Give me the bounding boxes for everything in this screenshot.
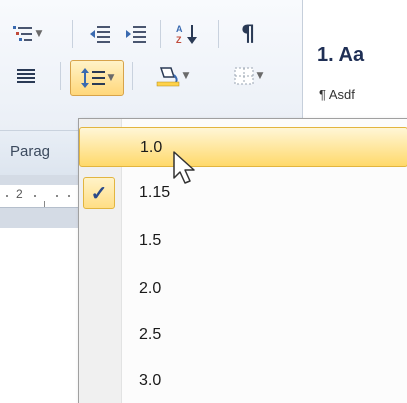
chevron-down-icon: ▼ xyxy=(107,73,115,83)
ribbon-divider xyxy=(132,62,133,90)
ruler-dot xyxy=(68,195,70,197)
increase-indent-icon xyxy=(126,26,146,43)
ribbon-divider xyxy=(218,20,219,48)
ribbon-row-2: ▼ ▼ ▼ xyxy=(0,56,302,96)
borders-button[interactable]: ▼ xyxy=(220,56,276,96)
decrease-indent-button[interactable] xyxy=(84,14,116,54)
svg-text:Z: Z xyxy=(176,35,182,45)
menu-item-3-0[interactable]: 3.0 xyxy=(79,361,407,401)
mouse-pointer-icon xyxy=(173,151,195,184)
sort-button[interactable]: A Z xyxy=(168,14,208,54)
justify-icon xyxy=(17,69,35,83)
menu-item-label: 2.5 xyxy=(139,326,162,343)
chevron-down-icon: ▼ xyxy=(256,71,264,81)
menu-item-2-0[interactable]: 2.0 xyxy=(79,269,407,309)
ruler-dot xyxy=(6,195,8,197)
justify-button[interactable] xyxy=(8,56,44,96)
line-spacing-button[interactable]: ▼ xyxy=(70,60,124,96)
decrease-indent-icon xyxy=(90,26,110,43)
ruler-dot xyxy=(34,195,36,197)
ribbon-divider xyxy=(60,62,61,90)
sort-icon: A Z xyxy=(176,24,197,45)
checkmark-icon: ✓ xyxy=(83,177,115,209)
document-area[interactable] xyxy=(0,228,78,402)
paragraph-group-label: Parag xyxy=(10,143,51,160)
style-heading-preview[interactable]: 1. Aa xyxy=(317,44,364,67)
borders-icon xyxy=(234,67,254,85)
style-normal-preview[interactable]: ¶ Asdf xyxy=(319,87,355,102)
increase-indent-button[interactable] xyxy=(120,14,152,54)
multilevel-list-button[interactable]: ▼ xyxy=(6,14,48,54)
line-spacing-menu: 1.0 ✓ 1.15 1.5 2.0 2.5 3.0 xyxy=(78,118,407,403)
chevron-down-icon: ▼ xyxy=(182,71,190,81)
ruler-tick xyxy=(44,201,45,207)
menu-item-1-15[interactable]: ✓ 1.15 xyxy=(79,173,407,213)
ruler-number: 2 xyxy=(16,187,23,201)
ruler-dot xyxy=(56,195,58,197)
menu-item-1-0[interactable]: 1.0 xyxy=(79,127,407,167)
horizontal-ruler[interactable]: 2 xyxy=(0,185,78,208)
menu-item-label: 3.0 xyxy=(139,372,162,389)
chevron-down-icon: ▼ xyxy=(35,29,43,39)
menu-item-label: 1.5 xyxy=(139,232,162,249)
menu-item-label: 1.15 xyxy=(139,184,171,201)
line-spacing-icon xyxy=(80,68,105,88)
ribbon-divider xyxy=(72,20,73,48)
svg-text:A: A xyxy=(176,24,183,34)
show-marks-button[interactable]: ¶ xyxy=(228,14,268,54)
ribbon-divider xyxy=(160,20,161,48)
shading-icon xyxy=(156,67,179,87)
menu-item-1-5[interactable]: 1.5 xyxy=(79,221,407,261)
menu-item-label: 1.0 xyxy=(140,139,163,156)
menu-item-2-5[interactable]: 2.5 xyxy=(79,315,407,355)
check-glyph: ✓ xyxy=(90,182,108,205)
show-marks-icon: ¶ xyxy=(241,21,255,47)
ribbon-row-1: ▼ A Z ¶ xyxy=(0,14,302,54)
menu-item-label: 2.0 xyxy=(139,280,162,297)
shading-button[interactable]: ▼ xyxy=(144,56,200,96)
styles-gallery: 1. Aa ¶ Asdf xyxy=(302,0,407,130)
multilevel-list-icon xyxy=(12,26,32,41)
